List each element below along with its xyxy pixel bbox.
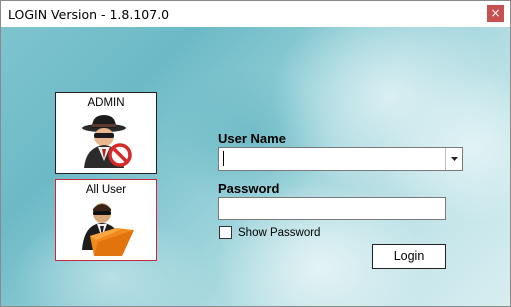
user-tile-all-user[interactable]: All User bbox=[55, 179, 157, 261]
login-window: LOGIN Version - 1.8.107.0 × ADMIN All Us… bbox=[0, 0, 511, 307]
user-tile-label: All User bbox=[85, 184, 127, 196]
window-title: LOGIN Version - 1.8.107.0 bbox=[8, 6, 170, 22]
agent-folder-icon bbox=[82, 203, 134, 256]
text-caret bbox=[223, 151, 224, 166]
show-password-checkbox[interactable]: Show Password bbox=[219, 226, 320, 239]
chevron-down-icon bbox=[451, 157, 458, 161]
username-combobox[interactable] bbox=[218, 147, 463, 171]
username-dropdown-button[interactable] bbox=[445, 148, 462, 170]
user-tile-label: ADMIN bbox=[87, 97, 125, 109]
user-tile-admin[interactable]: ADMIN bbox=[55, 92, 157, 174]
close-button[interactable]: × bbox=[487, 5, 504, 22]
login-button[interactable]: Login bbox=[372, 244, 446, 269]
show-password-label: Show Password bbox=[238, 226, 321, 239]
username-label: User Name bbox=[218, 131, 286, 146]
password-input[interactable] bbox=[218, 197, 446, 220]
title-bar[interactable]: LOGIN Version - 1.8.107.0 × bbox=[1, 1, 510, 27]
close-icon: × bbox=[490, 6, 501, 20]
username-input[interactable] bbox=[219, 148, 446, 170]
login-panel: ADMIN All User User Name Password Show P… bbox=[1, 27, 510, 306]
checkbox-box[interactable] bbox=[219, 226, 232, 239]
spy-admin-icon bbox=[82, 115, 132, 168]
password-label: Password bbox=[218, 181, 280, 196]
